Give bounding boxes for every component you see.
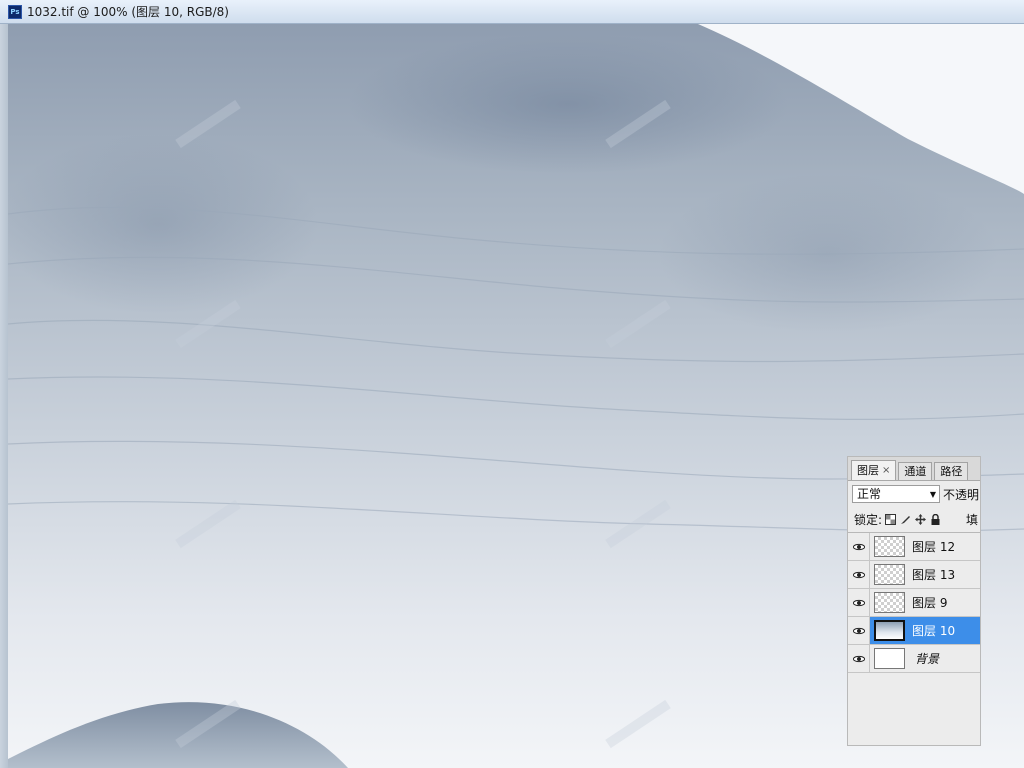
layer-row-13[interactable]: 图层 13 — [848, 561, 980, 589]
visibility-eye-icon[interactable] — [848, 561, 870, 588]
layer-thumbnail — [874, 620, 905, 641]
canvas-left-edge — [0, 24, 8, 768]
tab-channels-label: 通道 — [904, 465, 927, 478]
dropdown-arrow-icon: ▼ — [929, 490, 936, 499]
blend-options-row: 正常 ▼ 不透明 — [848, 481, 980, 507]
visibility-eye-icon[interactable] — [848, 645, 870, 672]
layer-name: 图层 10 — [912, 624, 956, 638]
layer-list-empty-area — [848, 675, 980, 745]
blend-mode-select[interactable]: 正常 ▼ — [852, 485, 940, 503]
layer-row-12[interactable]: 图层 12 — [848, 533, 980, 561]
blend-mode-value: 正常 — [857, 487, 882, 501]
layer-row-10[interactable]: 图层 10 — [848, 617, 980, 645]
layer-name: 图层 12 — [912, 540, 956, 554]
document-title: 1032.tif @ 100% (图层 10, RGB/8) — [27, 5, 229, 19]
layer-thumbnail — [874, 564, 905, 585]
lock-paint-icon[interactable] — [900, 514, 911, 525]
lock-row: 锁定: 填 — [848, 507, 980, 533]
visibility-eye-icon[interactable] — [848, 533, 870, 560]
tab-paths[interactable]: 路径 — [934, 462, 969, 480]
layers-panel: 图层 × 通道 路径 正常 ▼ 不透明 锁定: 填 图层 12 图层 13 图层… — [847, 456, 981, 746]
layer-row-background[interactable]: 背景 — [848, 645, 980, 673]
lock-move-icon[interactable] — [915, 514, 927, 525]
layer-name: 图层 13 — [912, 568, 956, 582]
tab-layers-label: 图层 — [857, 464, 879, 477]
lock-transparent-icon[interactable] — [885, 514, 897, 525]
visibility-eye-icon[interactable] — [848, 589, 870, 616]
opacity-label: 不透明 — [943, 487, 980, 502]
document-title-bar[interactable]: Ps 1032.tif @ 100% (图层 10, RGB/8) — [0, 0, 1024, 24]
fill-label: 填 — [966, 513, 979, 527]
tab-layers[interactable]: 图层 × — [851, 460, 897, 480]
lock-label: 锁定: — [854, 513, 883, 527]
layer-name: 图层 9 — [912, 596, 948, 610]
tab-channels[interactable]: 通道 — [898, 462, 933, 480]
layer-row-9[interactable]: 图层 9 — [848, 589, 980, 617]
photoshop-document-icon: Ps — [8, 4, 22, 19]
tab-paths-label: 路径 — [940, 465, 963, 478]
visibility-eye-icon[interactable] — [848, 617, 870, 644]
layer-name: 背景 — [915, 652, 940, 666]
layer-thumbnail — [874, 592, 905, 613]
panel-tabs: 图层 × 通道 路径 — [848, 457, 980, 481]
layer-thumbnail — [874, 648, 905, 669]
lock-all-icon[interactable] — [930, 514, 941, 525]
layer-list: 图层 12 图层 13 图层 9 图层 10 背景 — [848, 533, 980, 673]
close-icon[interactable]: × — [882, 462, 890, 479]
layer-thumbnail — [874, 536, 905, 557]
